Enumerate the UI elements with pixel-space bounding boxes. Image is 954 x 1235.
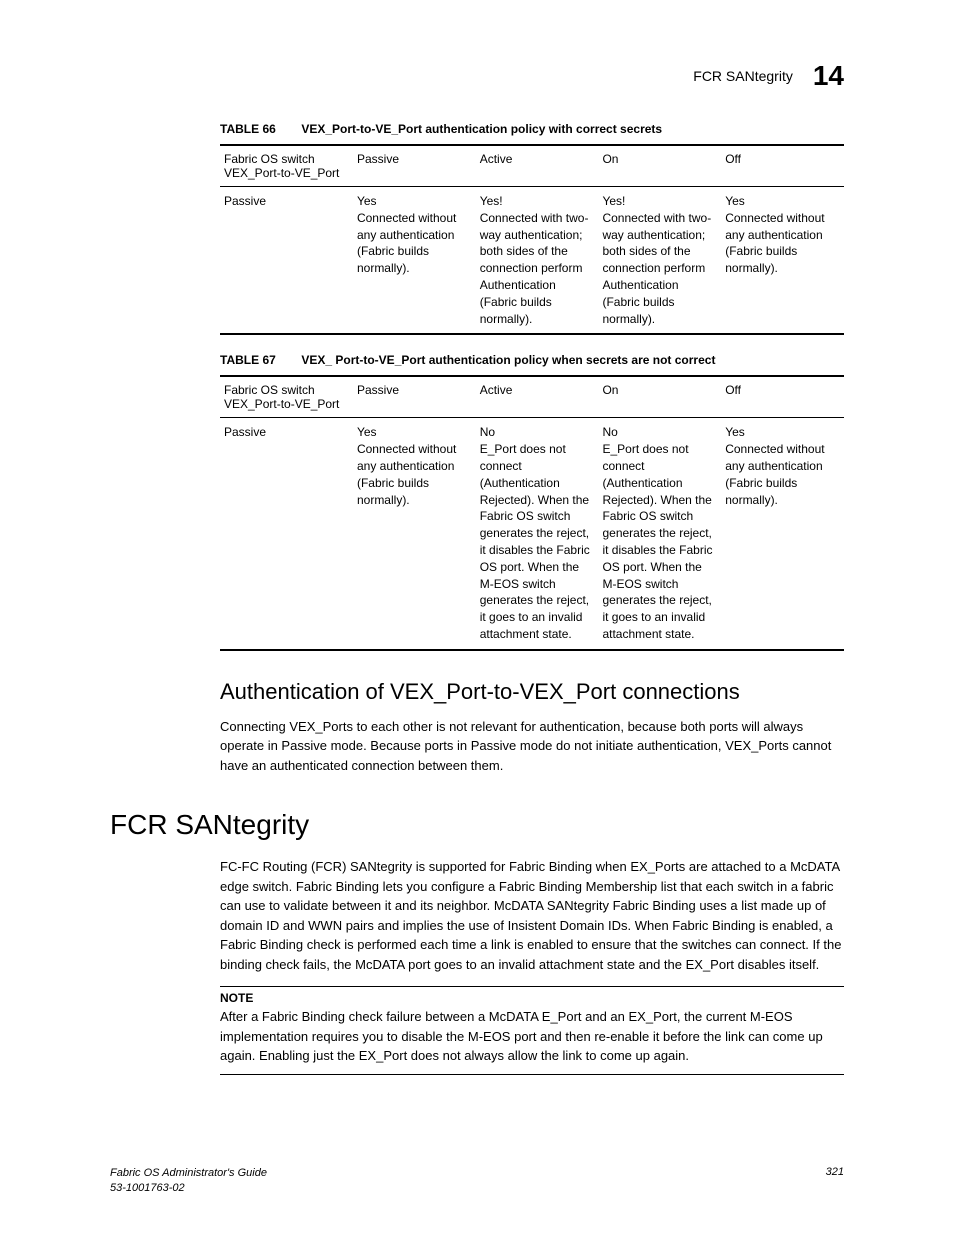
table-66: Fabric OS switch VEX_Port-to-VE_Port Pas…	[220, 144, 844, 335]
t66-h1: Passive	[353, 145, 476, 187]
t66-c0: Passive	[220, 187, 353, 335]
table-66-caption: TABLE 66 VEX_Port-to-VE_Port authenticat…	[220, 122, 844, 136]
t67-c0: Passive	[220, 418, 353, 650]
section-heading-fcr-santegrity: FCR SANtegrity	[110, 809, 844, 841]
t67-c1: YesConnected without any authentication …	[353, 418, 476, 650]
table-67-number: TABLE 67	[220, 353, 298, 367]
t67-h1: Passive	[353, 376, 476, 418]
footer-page-number: 321	[826, 1166, 844, 1195]
table-66-title: VEX_Port-to-VE_Port authentication polic…	[301, 122, 662, 136]
t66-h4: Off	[721, 145, 844, 187]
table-67-title: VEX_ Port-to-VE_Port authentication poli…	[301, 353, 715, 367]
page-header: FCR SANtegrity 14	[110, 60, 844, 92]
t66-c2: Yes!Connected with two-way authenticatio…	[476, 187, 599, 335]
page-footer: Fabric OS Administrator's Guide 53-10017…	[110, 1166, 844, 1195]
note-block: NOTE After a Fabric Binding check failur…	[220, 986, 844, 1075]
footer-doc-title: Fabric OS Administrator's Guide	[110, 1166, 267, 1180]
t67-h3: On	[598, 376, 721, 418]
note-text: After a Fabric Binding check failure bet…	[220, 1007, 844, 1075]
t67-h2: Active	[476, 376, 599, 418]
footer-doc-number: 53-1001763-02	[110, 1181, 267, 1195]
table-67-caption: TABLE 67 VEX_ Port-to-VE_Port authentica…	[220, 353, 844, 367]
t67-h4: Off	[721, 376, 844, 418]
t66-c1: YesConnected without any authentication …	[353, 187, 476, 335]
table-row: Passive YesConnected without any authent…	[220, 187, 844, 335]
header-title: FCR SANtegrity	[693, 68, 793, 84]
section-heading-auth-vex: Authentication of VEX_Port-to-VEX_Port c…	[220, 679, 844, 705]
table-66-number: TABLE 66	[220, 122, 298, 136]
chapter-number: 14	[813, 60, 844, 92]
section-para-auth-vex: Connecting VEX_Ports to each other is no…	[220, 717, 844, 776]
t67-c2: NoE_Port does not connect (Authenticatio…	[476, 418, 599, 650]
t67-c3: NoE_Port does not connect (Authenticatio…	[598, 418, 721, 650]
t67-c4: YesConnected without any authentication …	[721, 418, 844, 650]
t66-c3: Yes!Connected with two-way authenticatio…	[598, 187, 721, 335]
t67-h0: Fabric OS switch VEX_Port-to-VE_Port	[220, 376, 353, 418]
table-67: Fabric OS switch VEX_Port-to-VE_Port Pas…	[220, 375, 844, 650]
t66-h0: Fabric OS switch VEX_Port-to-VE_Port	[220, 145, 353, 187]
t66-h3: On	[598, 145, 721, 187]
table-row: Passive YesConnected without any authent…	[220, 418, 844, 650]
t66-h2: Active	[476, 145, 599, 187]
t66-c4: YesConnected without any authentication …	[721, 187, 844, 335]
section-para-fcr-santegrity: FC-FC Routing (FCR) SANtegrity is suppor…	[220, 857, 844, 974]
note-label: NOTE	[220, 991, 844, 1005]
